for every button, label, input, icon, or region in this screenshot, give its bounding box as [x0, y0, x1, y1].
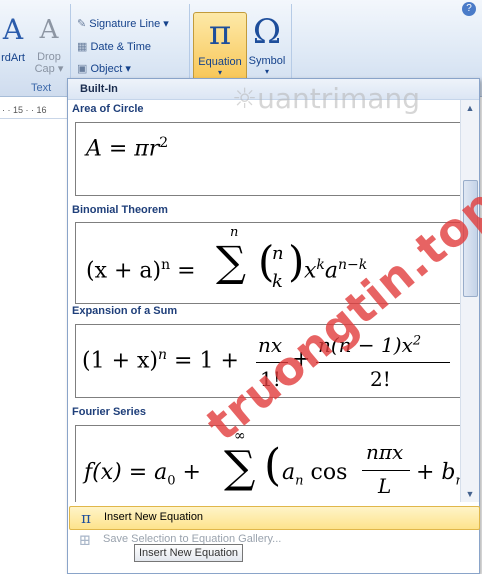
equation-text: an cos: [282, 460, 348, 489]
section-title: Binomial Theorem: [72, 204, 168, 216]
text-group-label: Text: [31, 82, 52, 94]
fraction-bar: [362, 470, 410, 471]
paren-left: (: [264, 440, 282, 491]
equation-item-area-of-circle[interactable]: A = πr2: [75, 122, 460, 196]
insert-new-equation-label: Insert New Equation: [104, 511, 204, 523]
date-time-button[interactable]: ▦ Date & Time: [77, 40, 151, 53]
object-icon: ▣: [77, 63, 88, 75]
section-title: Area of Circle: [72, 103, 144, 115]
scroll-up-icon[interactable]: ▲: [461, 100, 479, 116]
equation-text: (x + a)n =: [86, 257, 196, 284]
paren-right: ): [288, 237, 305, 286]
signature-icon: ✎: [77, 18, 87, 30]
equation-text: A = πr2: [86, 135, 169, 162]
scroll-down-icon[interactable]: ▼: [461, 486, 479, 502]
equation-text: + bn: [416, 460, 460, 488]
drop-cap-label: Drop Cap ▾: [34, 51, 64, 75]
gallery-scrollbar[interactable]: ▲ ▼: [460, 100, 479, 502]
wordart-button[interactable]: A rdArt: [0, 12, 30, 64]
drop-cap-button[interactable]: A Drop Cap ▾: [32, 12, 66, 75]
equation-label: Equation: [198, 56, 242, 68]
signature-line-button[interactable]: ✎ Signature Line ▾: [77, 17, 169, 30]
equation-item-fourier-series[interactable]: f(x) = a0 + ∞ ∑ ( an cos nπx L + bn: [75, 425, 460, 502]
fraction-num: nπx: [366, 440, 404, 464]
signature-line-label: Signature Line: [89, 18, 161, 30]
ruler-marks: · · 15 · · 16: [2, 105, 47, 115]
chevron-down-icon: ▾: [217, 68, 222, 77]
sun-icon: ☼: [232, 82, 258, 115]
document-area[interactable]: [0, 119, 70, 572]
section-title: Expansion of a Sum: [72, 305, 178, 317]
drop-cap-icon: A: [39, 15, 59, 45]
help-icon[interactable]: ?: [462, 2, 476, 16]
equation-text: (1 + x)n = 1 +: [82, 347, 239, 374]
symbol-button[interactable]: Ω Symbol ▾: [247, 12, 287, 80]
equation-text: f(x) = a0 +: [84, 460, 201, 489]
pi-icon: π: [208, 13, 232, 53]
ruler: · · 15 · · 16: [0, 104, 70, 119]
save-selection-item[interactable]: ⊞ Save Selection to Equation Gallery...: [69, 529, 478, 551]
pi-icon: π: [81, 509, 91, 527]
fraction-den: L: [378, 474, 392, 498]
sum-upper: n: [230, 225, 239, 240]
wordart-icon: A: [2, 13, 24, 46]
symbol-label: Symbol: [248, 55, 286, 67]
calendar-icon: ▦: [77, 41, 88, 53]
wordart-label: rdArt: [1, 52, 25, 64]
equation-button[interactable]: π Equation ▾: [193, 12, 247, 82]
built-in-label: Built-In: [80, 83, 118, 95]
tooltip: Insert New Equation: [134, 544, 244, 562]
watermark-logo: ☼uantrimang: [232, 82, 420, 115]
save-to-gallery-icon: ⊞: [78, 531, 92, 549]
equation-gallery-panel: Built-In Area of Circle A = πr2 Binomial…: [67, 78, 480, 574]
object-label: Object: [90, 63, 123, 75]
omega-icon: Ω: [252, 12, 282, 52]
insert-new-equation-item[interactable]: π Insert New Equation: [69, 506, 480, 530]
binom-bottom: k: [272, 271, 283, 292]
object-button[interactable]: ▣ Object ▾: [77, 62, 131, 75]
chevron-down-icon: ▾: [264, 67, 269, 76]
date-time-label: Date & Time: [90, 41, 151, 53]
binom-top: n: [272, 243, 284, 264]
sum-symbol: ∑: [216, 237, 246, 286]
fraction-den: 2!: [370, 367, 391, 391]
section-title: Fourier Series: [72, 406, 146, 418]
